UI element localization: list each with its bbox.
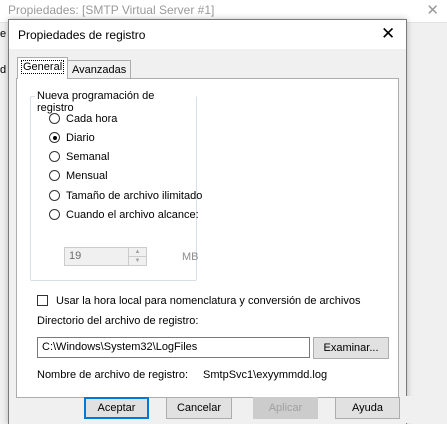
radio-semanal[interactable]: Semanal bbox=[49, 150, 109, 164]
tab-avanzadas-label: Avanzadas bbox=[72, 64, 127, 76]
apply-button[interactable]: Aplicar bbox=[253, 397, 318, 419]
background-left-text-2: d bbox=[0, 64, 6, 76]
radio-mensual[interactable]: Mensual bbox=[49, 169, 108, 183]
background-window-title: Propiedades: [SMTP Virtual Server #1] bbox=[8, 3, 215, 17]
filename-row: Nombre de archivo de registro: SmtpSvc1\e… bbox=[37, 369, 327, 381]
radio-indicator[interactable] bbox=[49, 190, 60, 201]
radio-indicator[interactable] bbox=[49, 113, 60, 124]
radio-label: Tamaño de archivo ilimitado bbox=[66, 190, 203, 202]
radio-indicator[interactable] bbox=[49, 209, 60, 220]
radio-cada-hora[interactable]: Cada hora bbox=[49, 112, 117, 126]
local-time-label: Usar la hora local para nomenclatura y c… bbox=[56, 295, 361, 307]
radio-indicator-checked[interactable] bbox=[49, 132, 60, 143]
cancel-button[interactable]: Cancelar bbox=[166, 397, 232, 419]
tab-avanzadas[interactable]: Avanzadas bbox=[67, 60, 132, 80]
radio-indicator[interactable] bbox=[49, 170, 60, 181]
schedule-legend: Nueva programación de registro bbox=[35, 90, 196, 114]
tab-general[interactable]: General bbox=[17, 57, 69, 79]
dialog-titlebar: Propiedades de registro ✕ bbox=[9, 20, 406, 49]
tab-general-label: General bbox=[20, 60, 65, 74]
radio-label: Diario bbox=[66, 132, 95, 144]
background-close-icon[interactable]: ✕ bbox=[426, 1, 439, 19]
local-time-checkbox-row[interactable]: Usar la hora local para nomenclatura y c… bbox=[37, 294, 361, 308]
radio-label: Mensual bbox=[66, 170, 108, 182]
local-time-checkbox[interactable] bbox=[37, 295, 48, 306]
ok-button[interactable]: Aceptar bbox=[84, 397, 149, 419]
radio-cuando-alcance[interactable]: Cuando el archivo alcance: bbox=[49, 208, 199, 222]
dialog-title: Propiedades de registro bbox=[18, 28, 146, 42]
directory-label: Directorio del archivo de registro: bbox=[37, 315, 199, 327]
background-left-text: en bbox=[0, 28, 6, 40]
background-panel-edge bbox=[406, 396, 447, 423]
radio-label: Cada hora bbox=[66, 113, 118, 125]
help-button[interactable]: Ayuda bbox=[335, 397, 400, 419]
filename-label: Nombre de archivo de registro: bbox=[37, 369, 189, 381]
spinner-buttons: ▲ ▼ bbox=[128, 248, 146, 265]
size-unit-label: MB bbox=[182, 251, 199, 263]
directory-input[interactable]: C:\Windows\System32\LogFiles bbox=[37, 337, 310, 358]
radio-diario[interactable]: Diario bbox=[49, 131, 95, 145]
radio-indicator[interactable] bbox=[49, 151, 60, 162]
schedule-groupbox: Nueva programación de registro Cada hora… bbox=[30, 90, 202, 281]
spinner-up-icon[interactable]: ▲ bbox=[129, 248, 146, 257]
browse-button[interactable]: Examinar... bbox=[313, 337, 389, 359]
tab-panel-general: Nueva programación de registro Cada hora… bbox=[16, 78, 399, 398]
spinner-down-icon[interactable]: ▼ bbox=[129, 257, 146, 265]
radio-label: Semanal bbox=[66, 151, 110, 163]
size-spinner-value: 19 bbox=[69, 250, 82, 262]
radio-tamano-ilimitado[interactable]: Tamaño de archivo ilimitado bbox=[49, 189, 202, 203]
filename-value: SmtpSvc1\exyymmdd.log bbox=[203, 369, 328, 381]
radio-label: Cuando el archivo alcance: bbox=[66, 209, 199, 221]
close-icon[interactable]: ✕ bbox=[381, 24, 395, 44]
size-spinner[interactable]: 19 ▲ ▼ bbox=[64, 247, 147, 266]
log-properties-dialog: Propiedades de registro ✕ General Avanza… bbox=[8, 19, 407, 424]
